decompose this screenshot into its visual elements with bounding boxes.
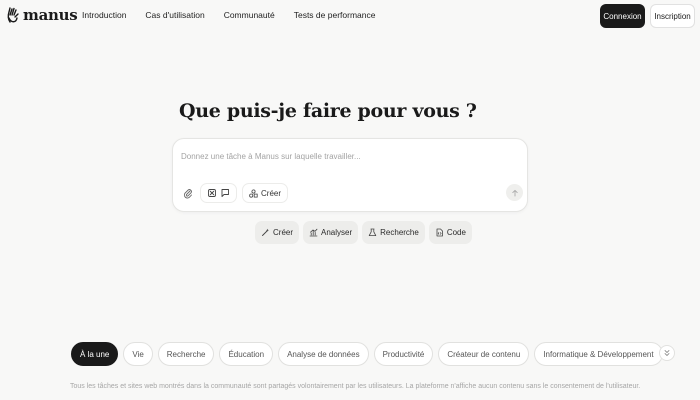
logo-text: manus (23, 6, 78, 24)
flask-icon (368, 228, 377, 237)
page: manus Introduction Cas d'utilisation Com… (0, 0, 700, 400)
prompt-box: Créer (172, 138, 528, 212)
nav-introduction[interactable]: Introduction (82, 10, 126, 20)
tab-productivity[interactable]: Productivité (373, 342, 434, 366)
nav-community[interactable]: Communauté (224, 10, 275, 20)
tab-featured[interactable]: À la une (71, 342, 119, 366)
login-button[interactable]: Connexion (600, 4, 645, 28)
file-code-icon (435, 228, 444, 237)
main-nav: Introduction Cas d'utilisation Communaut… (82, 10, 394, 20)
quick-analyze-label: Analyser (321, 228, 353, 237)
community-disclaimer: Tous les tâches et sites web montrés dan… (70, 383, 641, 390)
page-title: Que puis-je faire pour vous ? (179, 100, 477, 122)
quick-create-label: Créer (273, 228, 294, 237)
shapes-icon (249, 188, 258, 198)
tab-education[interactable]: Éducation (219, 342, 274, 366)
tab-content-creator[interactable]: Créateur de contenu (438, 342, 530, 366)
top-navbar: manus Introduction Cas d'utilisation Com… (0, 0, 700, 32)
category-tabs: À la une Vie Recherche Éducation Analyse… (71, 342, 663, 366)
quick-research-label: Recherche (380, 228, 419, 237)
tab-data-analysis[interactable]: Analyse de données (278, 342, 369, 366)
create-button[interactable]: Créer (242, 183, 289, 203)
send-button[interactable] (506, 184, 523, 201)
connector-icon[interactable] (207, 188, 217, 198)
tab-life[interactable]: Vie (123, 342, 153, 366)
manus-hand-icon (6, 6, 20, 24)
mode-toggle-group (200, 183, 237, 203)
tab-it-development[interactable]: Informatique & Développement (534, 342, 663, 366)
quick-code-button[interactable]: Code (428, 221, 472, 244)
signup-button[interactable]: Inscription (650, 4, 695, 28)
logo[interactable]: manus (6, 6, 78, 24)
wand-icon (261, 228, 270, 237)
chevron-double-down-icon (663, 349, 671, 357)
quick-actions: Créer Analyser Recherche Code (255, 221, 472, 244)
paperclip-icon[interactable] (181, 186, 195, 200)
task-input[interactable] (181, 149, 511, 163)
quick-research-button[interactable]: Recherche (362, 221, 425, 244)
quick-create-button[interactable]: Créer (255, 221, 300, 244)
nav-use-cases[interactable]: Cas d'utilisation (145, 10, 204, 20)
arrow-up-icon (511, 189, 519, 197)
create-label: Créer (261, 188, 282, 198)
nav-benchmarks[interactable]: Tests de performance (294, 10, 376, 20)
expand-categories-button[interactable] (659, 345, 675, 361)
chat-flag-icon[interactable] (220, 188, 230, 198)
chart-icon (309, 228, 318, 237)
quick-analyze-button[interactable]: Analyser (303, 221, 359, 244)
quick-code-label: Code (446, 228, 466, 237)
tab-research[interactable]: Recherche (157, 342, 215, 366)
